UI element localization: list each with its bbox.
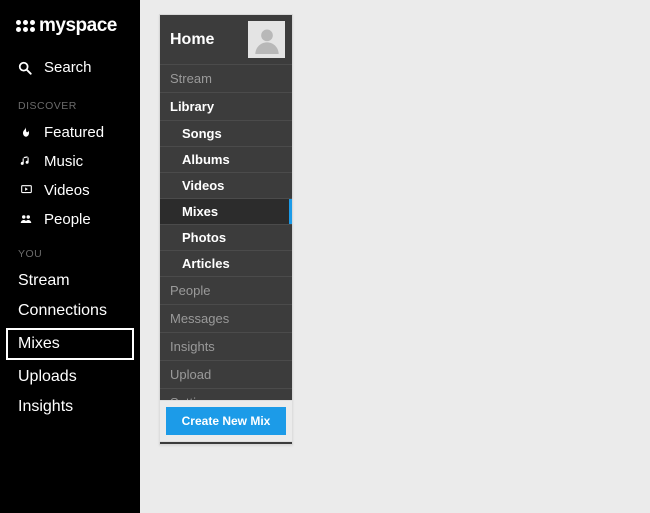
nav-videos[interactable]: Videos xyxy=(0,176,140,205)
home-dropdown-panel: Home Stream Library Songs Albums Videos … xyxy=(159,14,293,445)
panel-sub-albums[interactable]: Albums xyxy=(160,146,292,172)
panel-title: Home xyxy=(170,31,214,49)
you-connections[interactable]: Connections xyxy=(0,296,140,326)
panel-item-people[interactable]: People xyxy=(160,276,292,304)
create-mix-container: Create New Mix xyxy=(159,400,293,442)
search-icon xyxy=(18,61,34,75)
panel-item-messages[interactable]: Messages xyxy=(160,304,292,332)
you-stream[interactable]: Stream xyxy=(0,266,140,296)
panel-sub-photos[interactable]: Photos xyxy=(160,224,292,250)
you-mixes[interactable]: Mixes xyxy=(6,328,134,360)
panel-sub-mixes[interactable]: Mixes xyxy=(160,198,292,224)
people-icon xyxy=(18,214,34,226)
music-note-icon xyxy=(18,155,34,168)
search-button[interactable]: Search xyxy=(0,47,140,86)
nav-music[interactable]: Music xyxy=(0,147,140,176)
panel-sub-songs[interactable]: Songs xyxy=(160,120,292,146)
section-heading-discover: DISCOVER xyxy=(0,86,140,118)
search-label: Search xyxy=(44,59,92,76)
avatar-placeholder-icon xyxy=(253,26,281,54)
you-insights[interactable]: Insights xyxy=(0,392,140,422)
section-heading-you: YOU xyxy=(0,234,140,266)
create-new-mix-button[interactable]: Create New Mix xyxy=(166,407,286,435)
panel-item-library[interactable]: Library xyxy=(160,92,292,120)
nav-people[interactable]: People xyxy=(0,205,140,234)
nav-label: People xyxy=(44,211,91,228)
left-sidebar: myspace Search DISCOVER Featured Music V… xyxy=(0,0,140,513)
panel-sub-articles[interactable]: Articles xyxy=(160,250,292,276)
play-square-icon xyxy=(18,185,34,196)
you-uploads[interactable]: Uploads xyxy=(0,362,140,392)
flame-icon xyxy=(18,126,34,140)
panel-item-upload[interactable]: Upload xyxy=(160,360,292,388)
nav-label: Videos xyxy=(44,182,90,199)
logo[interactable]: myspace xyxy=(0,10,140,47)
logo-dots-icon xyxy=(16,20,35,32)
panel-item-insights[interactable]: Insights xyxy=(160,332,292,360)
panel-item-stream[interactable]: Stream xyxy=(160,64,292,92)
panel-sub-videos[interactable]: Videos xyxy=(160,172,292,198)
nav-featured[interactable]: Featured xyxy=(0,118,140,147)
logo-text: myspace xyxy=(39,15,117,37)
nav-label: Music xyxy=(44,153,83,170)
panel-header: Home xyxy=(160,15,292,64)
nav-label: Featured xyxy=(44,124,104,141)
avatar[interactable] xyxy=(248,21,285,58)
